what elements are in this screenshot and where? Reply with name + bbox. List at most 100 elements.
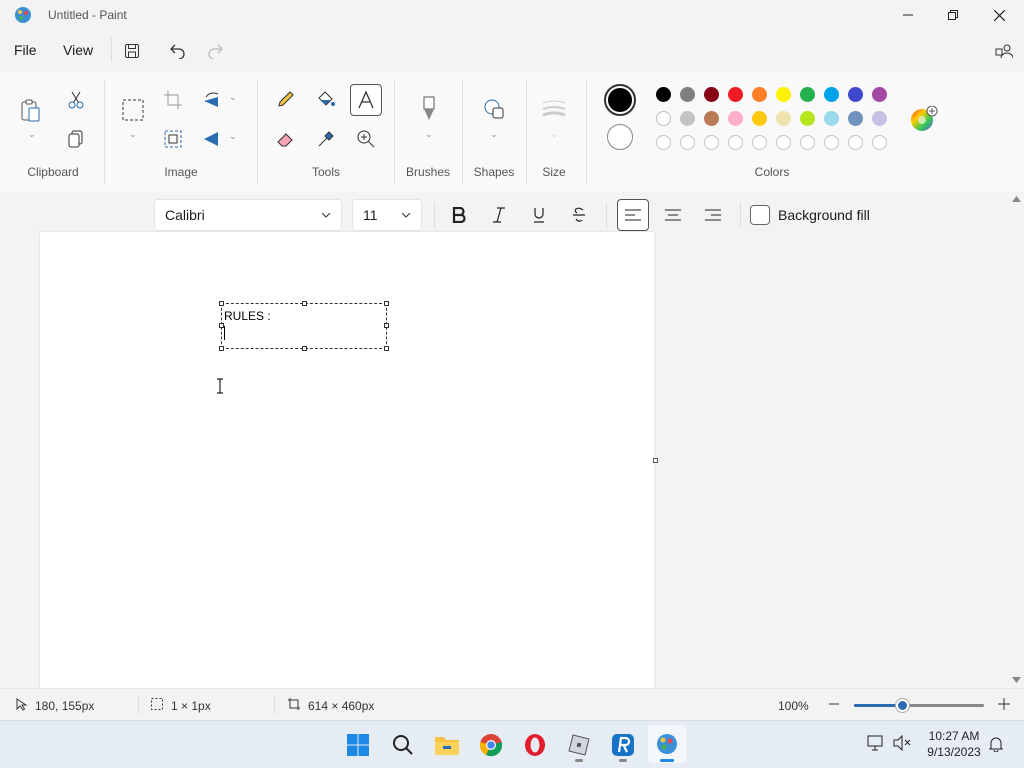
- r-app-button[interactable]: [606, 728, 640, 762]
- brushes-chevron-icon[interactable]: ⌄: [425, 129, 433, 140]
- bold-button[interactable]: [444, 200, 474, 230]
- custom-color-slot[interactable]: [848, 135, 863, 150]
- save-button[interactable]: [118, 38, 146, 64]
- palette-swatch[interactable]: [848, 87, 863, 102]
- flip-button[interactable]: [199, 126, 225, 152]
- clock-date[interactable]: 9/13/2023: [922, 745, 986, 759]
- custom-color-slot[interactable]: [680, 135, 695, 150]
- zoom-out-button[interactable]: [827, 697, 841, 711]
- chrome-button[interactable]: [474, 728, 508, 762]
- palette-swatch[interactable]: [704, 111, 719, 126]
- select-chevron-icon[interactable]: ⌄: [129, 129, 137, 140]
- pencil-button[interactable]: [273, 86, 299, 112]
- copy-button[interactable]: [63, 126, 89, 152]
- resize-handle[interactable]: [302, 346, 307, 351]
- palette-swatch[interactable]: [824, 111, 839, 126]
- shapes-chevron-icon[interactable]: ⌄: [490, 129, 498, 140]
- volume-muted-icon[interactable]: [893, 735, 911, 751]
- crop-button[interactable]: [160, 87, 186, 113]
- resize-handle[interactable]: [384, 301, 389, 306]
- palette-swatch[interactable]: [800, 111, 815, 126]
- custom-color-slot[interactable]: [872, 135, 887, 150]
- cut-button[interactable]: [63, 87, 89, 113]
- roblox-button[interactable]: [562, 728, 596, 762]
- resize-handle[interactable]: [384, 323, 389, 328]
- vertical-scrollbar[interactable]: [1010, 192, 1024, 688]
- brushes-button[interactable]: [416, 96, 442, 122]
- custom-color-slot[interactable]: [728, 135, 743, 150]
- search-button[interactable]: [386, 728, 420, 762]
- palette-swatch[interactable]: [776, 111, 791, 126]
- resize-button[interactable]: [160, 126, 186, 152]
- clock-time[interactable]: 10:27 AM: [922, 729, 986, 743]
- eraser-button[interactable]: [273, 126, 299, 152]
- align-center-button[interactable]: [658, 200, 688, 230]
- palette-swatch[interactable]: [800, 87, 815, 102]
- resize-handle[interactable]: [219, 346, 224, 351]
- primary-color-button[interactable]: [604, 84, 636, 116]
- zoom-slider-thumb[interactable]: [896, 699, 910, 712]
- palette-swatch[interactable]: [728, 111, 743, 126]
- text-tool-button[interactable]: [350, 84, 382, 116]
- palette-swatch[interactable]: [752, 111, 767, 126]
- palette-swatch[interactable]: [776, 87, 791, 102]
- drawing-canvas[interactable]: [40, 232, 654, 692]
- palette-swatch[interactable]: [680, 111, 695, 126]
- strikethrough-button[interactable]: [564, 200, 594, 230]
- resize-handle[interactable]: [219, 301, 224, 306]
- share-button[interactable]: [990, 38, 1018, 64]
- align-left-button[interactable]: [617, 199, 649, 231]
- close-button[interactable]: [976, 0, 1022, 30]
- custom-color-slot[interactable]: [776, 135, 791, 150]
- minimize-button[interactable]: [885, 0, 931, 30]
- italic-button[interactable]: [484, 200, 514, 230]
- font-size-dropdown[interactable]: 11: [352, 199, 422, 231]
- align-right-button[interactable]: [698, 200, 728, 230]
- secondary-color-button[interactable]: [607, 124, 633, 150]
- palette-swatch[interactable]: [728, 87, 743, 102]
- color-picker-button[interactable]: [313, 126, 339, 152]
- magnifier-button[interactable]: [353, 126, 379, 152]
- custom-color-slot[interactable]: [752, 135, 767, 150]
- undo-button[interactable]: [163, 38, 191, 64]
- background-fill-checkbox[interactable]: [750, 205, 770, 225]
- palette-swatch[interactable]: [872, 111, 887, 126]
- paste-chevron-icon[interactable]: ⌄: [28, 129, 36, 140]
- custom-color-slot[interactable]: [800, 135, 815, 150]
- flip-chevron-icon[interactable]: ⌄: [229, 131, 237, 142]
- fill-button[interactable]: [313, 86, 339, 112]
- menu-file[interactable]: File: [14, 42, 37, 58]
- shapes-button[interactable]: [481, 96, 507, 122]
- palette-swatch[interactable]: [680, 87, 695, 102]
- paste-button[interactable]: [18, 96, 44, 126]
- restore-button[interactable]: [930, 0, 976, 30]
- palette-swatch[interactable]: [656, 111, 671, 126]
- size-chevron-icon[interactable]: ⌄: [551, 129, 559, 140]
- resize-handle[interactable]: [302, 301, 307, 306]
- rotate-chevron-icon[interactable]: ⌄: [229, 92, 237, 103]
- scroll-up-icon[interactable]: [1012, 196, 1021, 202]
- resize-handle[interactable]: [384, 346, 389, 351]
- custom-color-slot[interactable]: [656, 135, 671, 150]
- font-family-dropdown[interactable]: Calibri: [154, 199, 342, 231]
- opera-button[interactable]: [518, 728, 552, 762]
- network-icon[interactable]: [867, 735, 885, 751]
- palette-swatch[interactable]: [872, 87, 887, 102]
- notification-bell-icon[interactable]: [989, 736, 1003, 752]
- redo-button[interactable]: [202, 38, 230, 64]
- file-explorer-button[interactable]: [430, 728, 464, 762]
- palette-swatch[interactable]: [656, 87, 671, 102]
- custom-color-slot[interactable]: [704, 135, 719, 150]
- rotate-button[interactable]: [199, 87, 225, 113]
- scroll-down-icon[interactable]: [1012, 677, 1021, 683]
- canvas-resize-handle[interactable]: [653, 458, 658, 463]
- underline-button[interactable]: [524, 200, 554, 230]
- menu-view[interactable]: View: [63, 42, 93, 58]
- palette-swatch[interactable]: [848, 111, 863, 126]
- edit-colors-button[interactable]: [910, 106, 938, 132]
- custom-color-slot[interactable]: [824, 135, 839, 150]
- palette-swatch[interactable]: [752, 87, 767, 102]
- zoom-in-button[interactable]: [997, 697, 1011, 711]
- size-button[interactable]: [541, 96, 567, 122]
- select-button[interactable]: [120, 97, 146, 123]
